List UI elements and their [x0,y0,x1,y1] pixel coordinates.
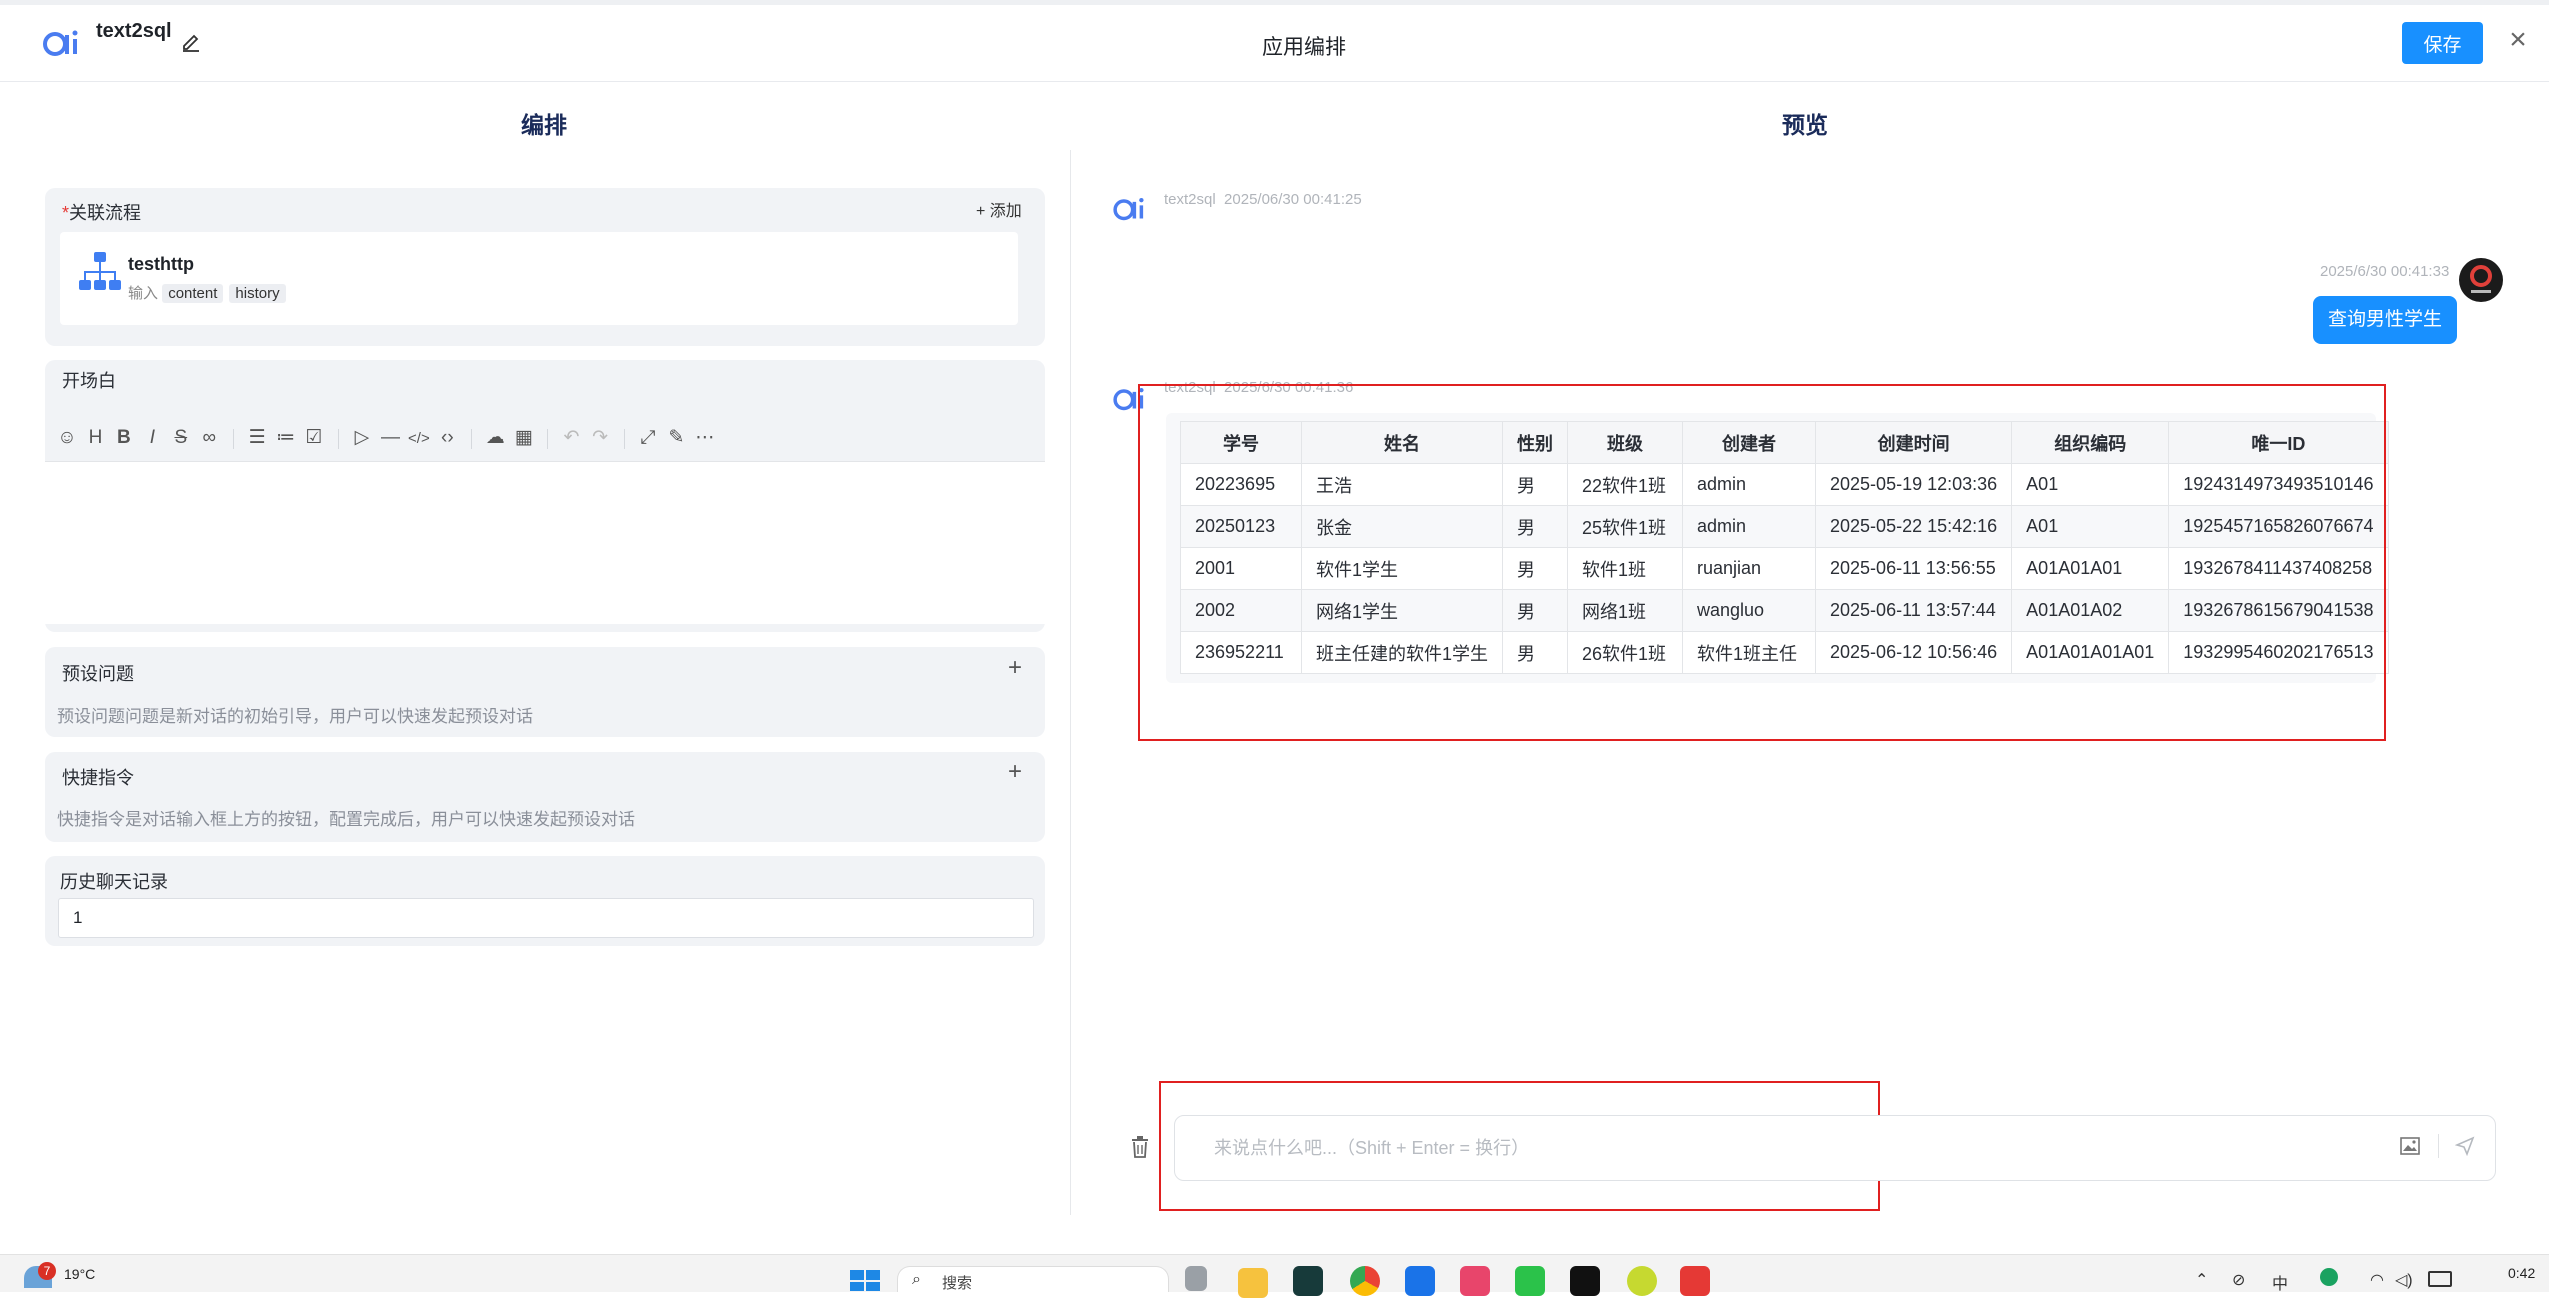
app-icon[interactable] [1293,1266,1323,1296]
bold-icon[interactable]: B [112,426,136,450]
app-icon[interactable] [1627,1266,1657,1296]
file-explorer-icon[interactable] [1238,1268,1268,1298]
toolbar-separator [232,428,234,449]
close-icon[interactable]: × [2504,25,2532,55]
intellij-icon[interactable] [1570,1266,1600,1296]
left-panel-title: 编排 [521,112,567,138]
required-mark: * [62,203,70,223]
taskbar-search-box[interactable]: ⌕ 搜索 [897,1266,1169,1292]
opening-editor[interactable] [45,461,1045,624]
weather-temp: 19°C [64,1266,96,1282]
save-button[interactable]: 保存 [2402,22,2483,64]
add-flow-button[interactable]: + 添加 [976,197,1022,221]
horizontal-rule-icon[interactable]: — [378,426,402,450]
strikethrough-icon[interactable]: S [169,426,193,450]
history-count-input[interactable]: 1 [58,898,1034,938]
flow-input-tag: content [162,284,224,303]
flow-inputs: 输入 content history [128,282,292,303]
flow-input-tag: history [229,284,286,303]
editor-toolbar: ☺ H B I S ∞ ☰ ≔ ☑ ▷ — </> ‹› ☁ ▦ ↶ ↷ ⤢ ✎… [45,415,1045,461]
history-count-value: 1 [73,908,83,927]
app-icon[interactable] [1460,1266,1490,1296]
heading-icon[interactable]: H [83,426,107,450]
redo-icon[interactable]: ↷ [588,426,612,450]
message-time: 2025/06/30 00:41:25 [1224,191,1362,208]
ordered-list-icon[interactable]: ≔ [274,426,298,450]
taskbar-search-placeholder: 搜索 [942,1275,973,1292]
tray-app-icon[interactable] [2320,1268,2338,1286]
toolbar-separator [547,428,549,449]
bullet-list-icon[interactable]: ☰ [245,426,269,450]
flow-tree-icon [79,252,121,290]
send-icon[interactable] [2455,1136,2475,1156]
app-logo-icon [43,30,78,56]
image-upload-icon[interactable] [2400,1137,2420,1155]
input-separator [2438,1134,2439,1158]
wps-icon[interactable] [1680,1266,1710,1296]
volume-icon[interactable]: ◁) [2395,1270,2413,1290]
battery-icon[interactable] [2428,1271,2452,1287]
quote-icon[interactable]: ▷ [350,426,374,450]
search-icon: ⌕ [912,1271,921,1288]
right-panel-title: 预览 [1782,112,1828,138]
shortcut-label: 快捷指令 [62,768,134,788]
panel-divider [1070,150,1071,1215]
wechat-icon[interactable] [1515,1266,1545,1296]
opening-label: 开场白 [62,371,116,391]
more-icon[interactable]: ⋯ [693,426,717,450]
edit-mode-icon[interactable]: ✎ [664,426,688,450]
flow-name: testhttp [128,254,194,274]
toolbar-separator [470,428,472,449]
tray-chevron-icon[interactable]: ⌃ [2195,1270,2208,1290]
flow-label: *关联流程 [62,203,142,223]
preset-label: 预设问题 [62,664,134,684]
toolbar-separator [337,428,339,449]
clock-time[interactable]: 0:42 [2508,1265,2535,1281]
shortcut-hint: 快捷指令是对话输入框上方的按钮，配置完成后，用户可以快速发起预设对话 [57,810,635,829]
notification-badge: 7 [38,1262,56,1280]
highlight-box-table [1138,384,2386,741]
chrome-icon[interactable] [1350,1266,1380,1296]
windows-start-icon[interactable] [850,1270,880,1291]
preset-hint: 预设问题问题是新对话的初始引导，用户可以快速发起预设对话 [57,707,533,726]
message-meta: text2sql 2025/06/30 00:41:25 [1164,191,1362,208]
message-sender: text2sql [1164,191,1216,208]
app-name: text2sql [96,20,172,42]
flow-input-label: 输入 [128,285,159,302]
ime-indicator[interactable]: 中 [2272,1270,2288,1294]
user-avatar-icon [2459,258,2503,302]
checklist-icon[interactable]: ☑ [302,426,326,450]
toolbar-separator [623,428,625,449]
trash-icon[interactable] [1130,1136,1150,1158]
bot-avatar-icon [1113,197,1144,221]
edit-name-icon[interactable] [180,30,202,52]
task-view-icon[interactable] [1185,1266,1207,1291]
user-message-bubble: 查询男性学生 [2313,296,2458,344]
app-icon[interactable] [1405,1266,1435,1296]
italic-icon[interactable]: I [140,426,164,450]
upload-icon[interactable]: ☁ [483,426,507,450]
chat-input[interactable] [1212,1132,2366,1164]
table-icon[interactable]: ▦ [512,426,536,450]
fullscreen-icon[interactable]: ⤢ [636,426,660,450]
add-shortcut-icon[interactable]: + [1008,758,1022,786]
tray-app-icon[interactable]: ⊘ [2232,1270,2245,1290]
history-label: 历史聊天记录 [60,872,168,892]
emoji-icon[interactable]: ☺ [55,426,79,450]
flow-item[interactable] [60,232,1018,325]
link-icon[interactable]: ∞ [197,426,221,450]
windows-taskbar [0,1254,2549,1292]
inline-code-icon[interactable]: ‹› [435,426,459,450]
user-message-time: 2025/6/30 00:41:33 [2320,263,2450,280]
undo-icon[interactable]: ↶ [560,426,584,450]
wifi-icon[interactable]: ◠ [2370,1270,2384,1290]
page-title: 应用编排 [1262,36,1346,59]
add-preset-icon[interactable]: + [1008,654,1022,682]
code-icon[interactable]: </> [407,427,431,451]
